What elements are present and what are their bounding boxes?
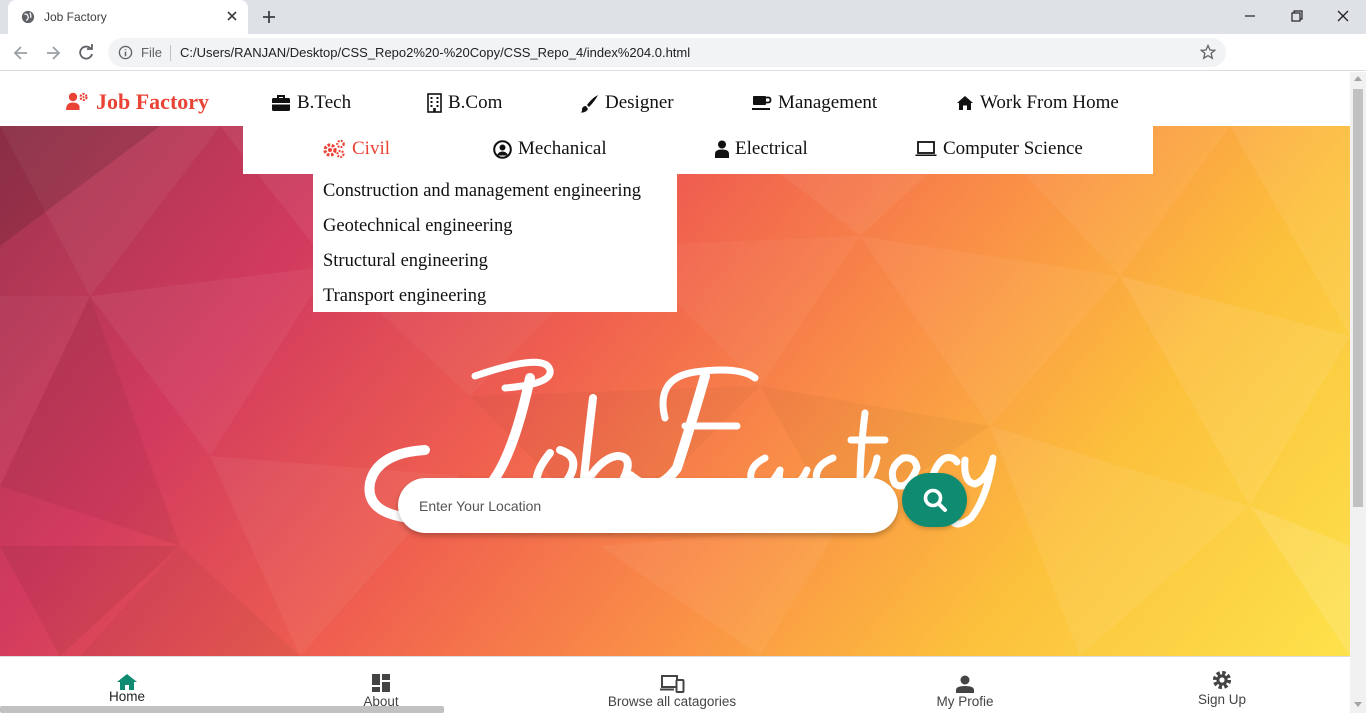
submenu-item-computer-science[interactable]: Computer Science: [915, 136, 1083, 162]
bottom-nav-label: My Profie: [936, 694, 994, 709]
nav-item-label: Work From Home: [980, 92, 1119, 113]
cogs-icon: [323, 139, 345, 159]
user-circle-icon: [493, 139, 512, 159]
devices-icon: [660, 675, 685, 693]
omnibox-divider: [170, 45, 171, 61]
url-text[interactable]: C:/Users/RANJAN/Desktop/CSS_Repo2%20-%20…: [180, 45, 690, 60]
bottom-nav-profile[interactable]: My Profie: [925, 657, 1005, 713]
nav-item-label: B.Com: [448, 92, 503, 113]
tab-title: Job Factory: [44, 10, 107, 24]
restore-icon[interactable]: [1287, 6, 1307, 26]
submenu-item-label: Electrical: [735, 138, 808, 159]
globe-icon: [21, 10, 35, 24]
users-cog-icon: [66, 92, 88, 110]
nav-item-label: B.Tech: [297, 92, 352, 113]
submenu-item-civil[interactable]: Civil: [322, 136, 390, 162]
nav-item-work-from-home[interactable]: Work From Home: [956, 90, 1119, 116]
nav-item-label: Designer: [605, 92, 674, 113]
settings-icon: [1212, 670, 1232, 690]
nav-item-btech[interactable]: B.Tech: [271, 90, 351, 116]
reload-icon[interactable]: [76, 43, 96, 63]
scroll-up-arrow[interactable]: [1354, 76, 1362, 81]
address-bar[interactable]: File C:/Users/RANJAN/Desktop/CSS_Repo2%2…: [108, 38, 1226, 67]
web-page: Job Factory B.Tech B.Com Designer Manage…: [0, 72, 1350, 713]
bottom-nav-home[interactable]: Home: [97, 657, 157, 713]
bottom-nav-label: Sign Up: [1197, 692, 1247, 707]
bottom-navigation: Home About Browse all catagories My Prof…: [0, 656, 1350, 713]
minimize-icon[interactable]: [1240, 6, 1260, 26]
forward-icon[interactable]: [43, 43, 63, 63]
dropdown-item[interactable]: Structural engineering: [313, 248, 677, 283]
building-icon: [427, 93, 442, 113]
btech-submenu: Civil Mechanical Electrical Computer Sci…: [243, 126, 1153, 174]
briefcase-icon: [272, 95, 290, 111]
bottom-nav-label: Home: [108, 689, 145, 704]
vertical-scrollbar[interactable]: [1350, 72, 1366, 713]
home-icon: [957, 96, 973, 110]
coffee-icon: [752, 96, 772, 110]
top-navbar: Job Factory B.Tech B.Com Designer Manage…: [0, 72, 1350, 126]
user-icon: [715, 140, 729, 158]
dashboard-icon: [372, 674, 390, 692]
person-icon: [956, 675, 974, 693]
dropdown-item[interactable]: Geotechnical engineering: [313, 213, 677, 248]
info-icon[interactable]: [118, 45, 133, 60]
scrollbar-thumb[interactable]: [1353, 89, 1363, 507]
paintbrush-icon: [580, 94, 598, 113]
submenu-item-label: Mechanical: [518, 138, 607, 159]
file-label: File: [141, 45, 162, 60]
search-icon: [923, 488, 947, 512]
location-search-input[interactable]: [398, 478, 898, 533]
horizontal-scrollbar-thumb[interactable]: [0, 706, 444, 713]
nav-item-management[interactable]: Management: [751, 90, 877, 116]
browser-toolbar: File C:/Users/RANJAN/Desktop/CSS_Repo2%2…: [0, 34, 1366, 97]
scroll-down-arrow[interactable]: [1354, 702, 1362, 707]
dropdown-item[interactable]: Transport engineering: [313, 283, 677, 318]
submenu-item-label: Computer Science: [943, 138, 1083, 159]
nav-item-designer[interactable]: Designer: [580, 90, 674, 116]
submenu-item-electrical[interactable]: Electrical: [715, 136, 808, 162]
bottom-nav-signup[interactable]: Sign Up: [1182, 657, 1262, 713]
brand-name: Job Factory: [96, 89, 210, 114]
browser-tabstrip: Job Factory: [0, 0, 1366, 34]
close-tab-icon[interactable]: [224, 8, 240, 24]
new-tab-icon[interactable]: [260, 8, 278, 26]
laptop-icon: [915, 141, 937, 156]
search-button[interactable]: [902, 473, 967, 527]
nav-item-label: Management: [778, 92, 878, 113]
nav-item-bcom[interactable]: B.Com: [427, 90, 502, 116]
browser-tab[interactable]: Job Factory: [8, 0, 248, 34]
bottom-nav-label: Browse all catagories: [607, 694, 737, 709]
bottom-nav-about[interactable]: About: [351, 657, 411, 713]
submenu-item-label: Civil: [352, 138, 391, 159]
brand-logo[interactable]: Job Factory: [66, 88, 209, 116]
civil-dropdown: Construction and management engineering …: [313, 174, 677, 312]
bookmark-star-icon[interactable]: [1200, 44, 1216, 60]
bottom-nav-browse[interactable]: Browse all catagories: [602, 657, 742, 713]
back-icon[interactable]: [11, 43, 31, 63]
dropdown-item[interactable]: Construction and management engineering: [313, 178, 677, 213]
submenu-item-mechanical[interactable]: Mechanical: [493, 136, 607, 162]
close-window-icon[interactable]: [1333, 6, 1353, 26]
